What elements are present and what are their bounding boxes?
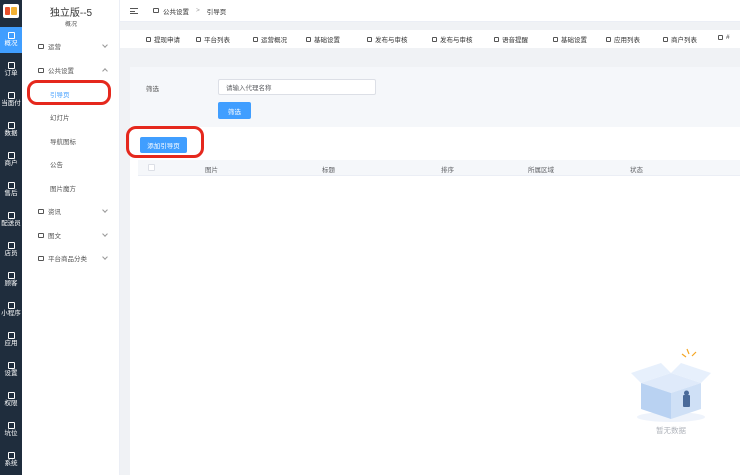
staff-icon <box>7 242 15 250</box>
store-title: 独立版--5 <box>49 8 93 19</box>
quick-link-tabs: 提现申请 平台列表 运营概况 基础设置 发布与审核 发布与审核 语音提醒 基础设… <box>120 30 740 48</box>
chevron-down-icon <box>102 254 108 260</box>
settings-icon <box>7 362 15 370</box>
slot-icon <box>7 422 15 430</box>
tab-basic-settings[interactable]: 基础设置 <box>306 34 340 44</box>
select-all-checkbox[interactable] <box>148 164 155 171</box>
rail-item-data[interactable]: 数据 <box>0 117 22 143</box>
list-icon <box>196 36 201 42</box>
headset-icon <box>7 182 15 190</box>
highlight-add-button <box>126 126 204 158</box>
apps-icon <box>7 332 15 340</box>
rail-item-miniprogram[interactable]: 小程序 <box>0 297 22 323</box>
main-nav-rail: 概况 订单 当面付 数据 商户 售后 配送员 店员 顾客 小程序 应用 设置 权… <box>0 0 22 475</box>
sidebar-item-slides[interactable]: 幻灯片 <box>22 109 120 125</box>
empty-box-icon <box>631 348 711 422</box>
wechat-icon <box>494 36 499 42</box>
table-header: 图片 标题 排序 所属区域 状态 <box>138 160 740 176</box>
rail-item-apps[interactable]: 应用 <box>0 327 22 353</box>
column-header-status: 状态 <box>630 167 643 174</box>
image-icon <box>38 67 44 73</box>
shop-icon <box>7 152 15 160</box>
chevron-up-icon <box>102 68 108 74</box>
image-icon <box>153 8 159 13</box>
rail-item-staff[interactable]: 店员 <box>0 237 22 263</box>
tab-publish-review[interactable]: 发布与审核 <box>367 34 408 44</box>
tab-app-list[interactable]: 应用列表 <box>606 34 640 44</box>
grid-icon <box>606 36 611 42</box>
tab-withdraw[interactable]: 提现申请 <box>146 34 180 44</box>
article-icon <box>38 232 44 238</box>
rail-item-system[interactable]: 系统 <box>0 447 22 473</box>
list-icon <box>7 62 15 70</box>
rail-item-overview[interactable]: 概况 <box>0 27 22 53</box>
wallet-icon <box>146 36 151 42</box>
pay-icon <box>7 92 15 100</box>
sidebar-group-product-category[interactable]: 平台商品分类 <box>22 250 120 266</box>
menu-toggle-icon[interactable] <box>130 7 138 14</box>
wechat-icon <box>432 36 437 42</box>
empty-state-text: 暂无数据 <box>656 426 686 435</box>
rail-item-courier[interactable]: 配送员 <box>0 207 22 233</box>
chart-icon <box>38 43 44 49</box>
sidebar-item-notice[interactable]: 公告 <box>22 156 120 172</box>
column-header-region: 所属区域 <box>528 167 554 174</box>
list-icon <box>718 35 723 40</box>
rail-item-slots[interactable]: 坑位 <box>0 417 22 443</box>
chevron-down-icon <box>102 207 108 213</box>
sidebar-group-news[interactable]: 资讯 <box>22 203 120 219</box>
breadcrumb-separator: > <box>196 7 200 14</box>
customer-icon <box>7 272 15 280</box>
breadcrumb-parent[interactable]: 公共设置 <box>163 6 189 16</box>
courier-icon <box>7 212 15 220</box>
sidebar-item-nav-icons[interactable]: 导航图标 <box>22 133 120 149</box>
rail-item-aftersale[interactable]: 售后 <box>0 177 22 203</box>
app-logo <box>3 4 19 18</box>
filter-label: 筛选 <box>146 86 159 93</box>
rail-item-permissions[interactable]: 权限 <box>0 387 22 413</box>
top-bar: 公共设置 > 引导页 <box>120 0 740 22</box>
agent-name-input[interactable]: 请输入代理名称 <box>218 79 376 95</box>
rail-item-customer[interactable]: 顾客 <box>0 267 22 293</box>
column-header-title: 标题 <box>322 167 335 174</box>
tab-operation-overview[interactable]: 运营概况 <box>253 34 287 44</box>
shop-icon <box>663 36 668 42</box>
sidebar-group-public-settings[interactable]: 公共设置 <box>22 62 120 78</box>
windows-icon <box>7 452 15 460</box>
content-panel: 添加引导页 图片 标题 排序 所属区域 状态 暂无数据 <box>130 127 740 475</box>
tab-platform-list[interactable]: 平台列表 <box>196 34 230 44</box>
chevron-down-icon <box>102 231 108 237</box>
lock-icon <box>7 392 15 400</box>
filter-panel: 筛选 请输入代理名称 筛选 <box>130 67 740 127</box>
rail-item-settings[interactable]: 设置 <box>0 357 22 383</box>
wechat-icon <box>7 302 15 310</box>
sidebar-item-image-cube[interactable]: 图片魔方 <box>22 180 120 196</box>
tab-basic-settings-2[interactable]: 基础设置 <box>553 34 587 44</box>
wechat-icon <box>367 36 372 42</box>
sidebar-group-operation[interactable]: 运营 <box>22 38 120 54</box>
rail-item-facepay[interactable]: 当面付 <box>0 87 22 113</box>
tab-merchant-list[interactable]: 商户列表 <box>663 34 697 44</box>
tab-voice-alert[interactable]: 语音提醒 <box>494 34 528 44</box>
tab-more[interactable]: # <box>718 34 730 41</box>
highlight-guide-page-menu <box>27 80 111 105</box>
wechat-icon <box>306 36 311 42</box>
news-icon <box>38 208 44 214</box>
filter-button[interactable]: 筛选 <box>218 102 251 119</box>
rail-item-orders[interactable]: 订单 <box>0 57 22 83</box>
tab-publish-review-2[interactable]: 发布与审核 <box>432 34 473 44</box>
column-header-image: 图片 <box>205 167 218 174</box>
wechat-icon <box>553 36 558 42</box>
chart-icon <box>253 36 258 42</box>
bar-chart-icon <box>7 122 15 130</box>
store-subtitle: 概况 <box>64 22 77 28</box>
rail-item-merchant[interactable]: 商户 <box>0 147 22 173</box>
chevron-down-icon <box>102 42 108 48</box>
breadcrumb-current: 引导页 <box>206 8 227 16</box>
secondary-sidebar: 独立版--5 概况 运营 公共设置 引导页 幻灯片 导航图标 公告 图片魔方 资… <box>22 0 120 475</box>
sidebar-group-article[interactable]: 图文 <box>22 227 120 243</box>
dashboard-icon <box>7 32 15 40</box>
column-header-sort: 排序 <box>441 167 454 174</box>
grid-icon <box>38 255 44 261</box>
